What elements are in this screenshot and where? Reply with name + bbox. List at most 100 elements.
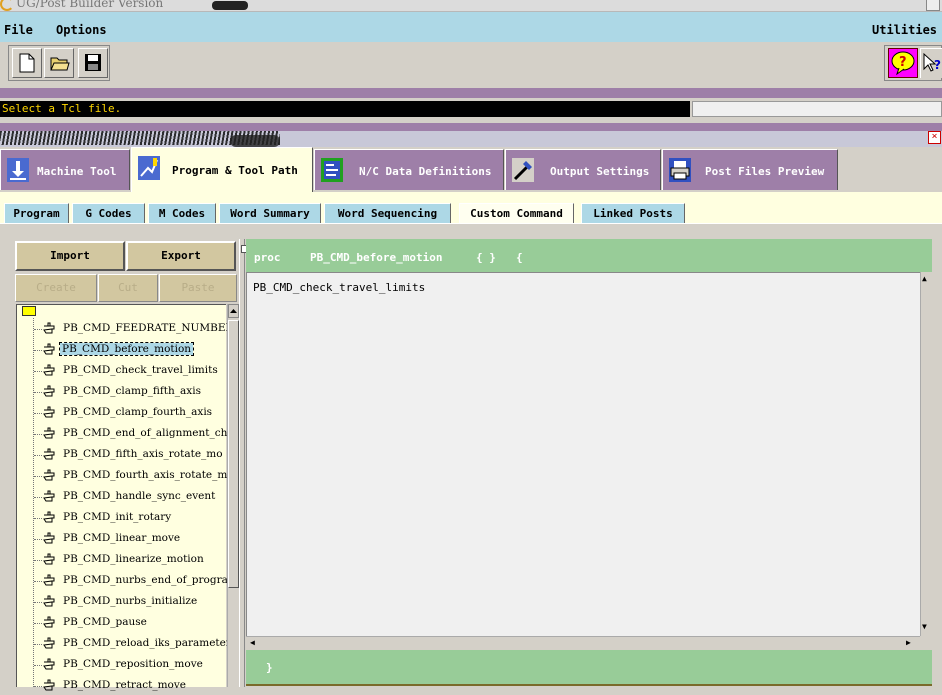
hand-pointer-icon [43,658,55,670]
tree-item-label: PB_CMD_clamp_fourth_axis [63,406,213,418]
proc-footer: } [246,650,932,686]
subtab-word-summary[interactable]: Word Summary [219,203,321,223]
hand-pointer-icon [43,490,55,502]
tree-item-label: PB_CMD_linearize_motion [63,553,204,565]
whats-this-pointer-icon: ? [923,52,941,72]
proc-close-brace: } [266,661,273,674]
subtab-linked-posts[interactable]: Linked Posts [581,203,685,223]
hand-pointer-icon [43,427,55,439]
scroll-up-arrow-icon[interactable]: ▲ [922,274,927,283]
editor-vertical-scrollbar[interactable]: ▲ ▼ [920,272,932,636]
separator-bar-2 [0,123,942,131]
hand-pointer-icon [43,574,55,586]
tree-item-label: PB_CMD_linear_move [63,532,181,544]
close-icon[interactable]: × [928,131,941,144]
subtab-word-sequencing[interactable]: Word Sequencing [324,203,451,223]
tree-item-label: PB_CMD_fifth_axis_rotate_mo [63,448,223,460]
hand-pointer-icon [43,679,55,691]
separator-bar [0,88,942,98]
tree-item-label: PB_CMD_reload_iks_parameter [63,637,231,649]
tree-branch [34,371,42,372]
tree-item-label: PB_CMD_clamp_fifth_axis [63,385,201,397]
tab-output-settings[interactable]: Output Settings [505,149,661,190]
tree-item-label: PB_CMD_nurbs_initialize [63,595,198,607]
tree-branch [34,644,42,645]
subwindow-title-redaction-2 [230,135,280,147]
menu-utilities[interactable]: Utilities [872,23,937,37]
new-file-icon [19,53,35,73]
tree-item-label: PB_CMD_pause [63,616,147,628]
output-settings-icon [512,158,534,182]
whats-this-button[interactable]: ? [920,48,942,78]
help-balloon-icon: ? [891,51,915,76]
folder-icon[interactable] [22,306,36,316]
hand-pointer-icon [43,532,55,544]
hand-pointer-icon [43,406,55,418]
proc-body-editor[interactable]: PB_CMD_check_travel_limits [246,272,920,636]
status-secondary [692,101,942,117]
tree-item-label: PB_CMD_before_motion [58,342,195,356]
svg-text:?: ? [899,55,907,70]
import-button[interactable]: Import [15,241,125,271]
status-message: Select a Tcl file. [0,101,690,117]
hand-pointer-icon [43,448,55,460]
hand-pointer-icon [43,595,55,607]
tree-branch [34,413,42,414]
tree-branch [34,560,42,561]
create-button[interactable]: Create [15,274,97,302]
tree-branch [34,581,42,582]
hand-pointer-icon [43,553,55,565]
machine-tool-icon [7,158,29,182]
menu-bar: File Options Utilities [0,12,942,42]
proc-keyword: proc [254,251,281,264]
help-button[interactable]: ? [888,48,918,78]
open-file-button[interactable] [44,48,74,78]
subtab-g-codes[interactable]: G Codes [72,203,145,223]
tree-branch [34,665,42,666]
tree-branch [34,455,42,456]
menu-options[interactable]: Options [56,23,107,37]
tree-scroll-thumb[interactable] [228,320,239,588]
editor-horizontal-scrollbar[interactable]: ◀ ▶ [246,636,920,650]
tab-post-files-preview[interactable]: Post Files Preview [662,149,838,190]
tree-item-label: PB_CMD_retract_move [63,679,186,691]
minimize-button[interactable] [926,0,940,11]
tab-program-tool-path[interactable]: Program & Tool Path [131,147,313,192]
export-button[interactable]: Export [126,241,236,271]
tab-machine-tool[interactable]: Machine Tool [0,149,130,190]
scroll-up-arrow-icon[interactable] [228,304,239,318]
hand-pointer-icon [43,637,55,649]
printer-icon [669,158,691,182]
tree-branch [34,329,42,330]
open-folder-icon [50,57,70,71]
cut-button[interactable]: Cut [98,274,158,302]
save-file-button[interactable] [78,48,108,78]
tree-connector [33,318,34,687]
paste-button[interactable]: Paste [159,274,237,302]
tree-branch [34,518,42,519]
tree-branch [34,476,42,477]
tree-item-label: PB_CMD_init_rotary [63,511,172,523]
tree-branch [34,497,42,498]
tree-branch [34,392,42,393]
window-title: UG/Post Builder Version [16,0,164,10]
toolbar [0,42,942,87]
hand-pointer-icon [43,511,55,523]
tree-item-label: PB_CMD_FEEDRATE_NUMBER [63,322,234,334]
scroll-right-arrow-icon[interactable]: ▶ [906,638,911,647]
pane-divider[interactable] [239,239,245,687]
tree-branch [34,602,42,603]
tree-item-label: PB_CMD_handle_sync_event [63,490,216,502]
tree-item-label: PB_CMD_nurbs_end_of_program [63,574,238,586]
scroll-down-arrow-icon[interactable]: ▼ [922,622,927,631]
tab-nc-data-definitions[interactable]: N/C Data Definitions [314,149,504,190]
subtab-custom-command[interactable]: Custom Command [459,203,574,224]
new-file-button[interactable] [12,48,42,78]
scroll-left-arrow-icon[interactable]: ◀ [250,638,255,647]
subtab-m-codes[interactable]: M Codes [148,203,216,223]
tree-scrollbar[interactable] [227,304,239,687]
menu-file[interactable]: File [4,23,33,37]
app-icon [0,0,14,11]
tree-item-label: PB_CMD_check_travel_limits [63,364,218,376]
subtab-program[interactable]: Program [4,203,69,223]
